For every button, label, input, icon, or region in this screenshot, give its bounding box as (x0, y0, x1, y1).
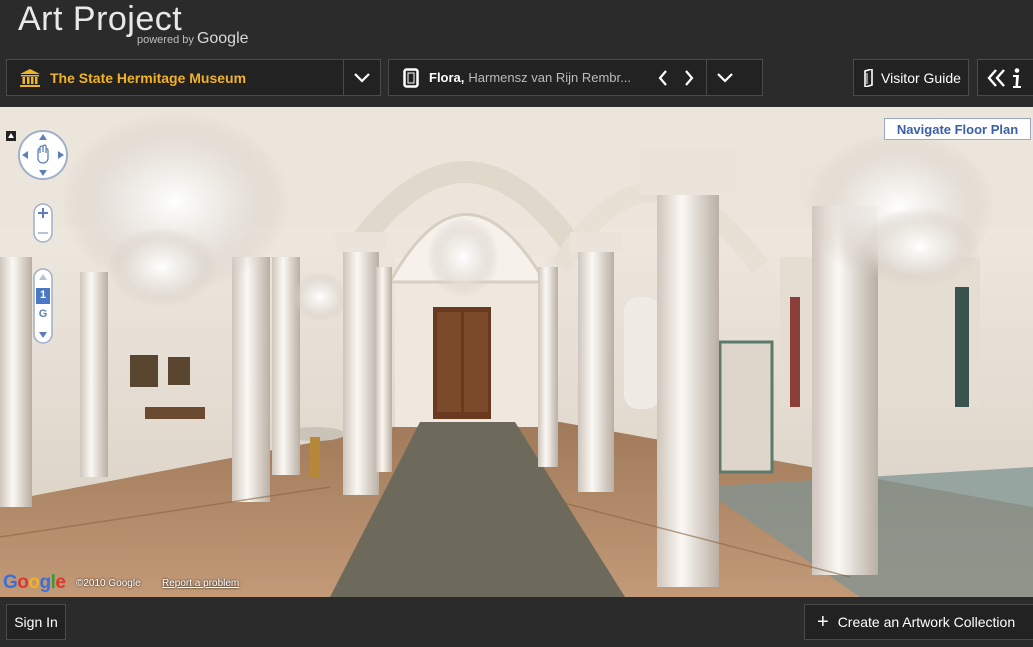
visitor-guide-label: Visitor Guide (881, 69, 961, 86)
zoom-control (33, 203, 53, 243)
chevron-down-icon (717, 72, 734, 83)
street-view-status-icon (6, 131, 16, 141)
app-footer: Sign In + Create an Artwork Collection (0, 597, 1033, 647)
info-icon (986, 67, 1021, 88)
museum-dropdown-button[interactable] (344, 59, 380, 96)
info-panel-toggle[interactable] (977, 59, 1033, 96)
artwork-selector[interactable]: Flora, Harmensz van Rijn Rembr... (388, 59, 763, 96)
app-header: Art Project powered by Google (0, 0, 1033, 58)
previous-artwork-button[interactable] (650, 59, 676, 96)
museum-name: The State Hermitage Museum (50, 69, 247, 86)
hall-panorama-image[interactable] (0, 107, 1033, 597)
chevron-left-icon (658, 69, 668, 86)
artwork-title: Flora, (429, 70, 465, 85)
frame-icon (403, 67, 419, 88)
artwork-artist: Harmensz van Rijn Rembr... (468, 70, 631, 85)
navigate-floor-plan-button[interactable]: Navigate Floor Plan (884, 118, 1031, 140)
toolbar: The State Hermitage Museum Flora, Harmen… (0, 58, 1033, 99)
zoom-out-button[interactable] (38, 232, 48, 234)
floor-level-control: 1 G (33, 268, 53, 344)
museum-icon (20, 68, 40, 87)
chevron-down-icon (354, 72, 370, 83)
plus-icon: + (817, 611, 829, 633)
copyright-text: ©2010 Google (76, 578, 141, 589)
guide-book-icon (864, 68, 873, 87)
create-collection-button[interactable]: + Create an Artwork Collection (804, 604, 1033, 640)
pan-control[interactable] (17, 129, 69, 181)
gallery-panorama-viewer[interactable] (0, 107, 1033, 597)
artwork-dropdown-button[interactable] (707, 59, 743, 96)
level-control-frame (33, 268, 53, 344)
visitor-guide-button[interactable]: Visitor Guide (853, 59, 969, 96)
google-wordmark: Google (196, 30, 249, 47)
powered-by-google: powered by Google (137, 30, 249, 48)
report-problem-link[interactable]: Report a problem (162, 578, 239, 589)
level-g-button[interactable]: G (33, 308, 53, 320)
chevron-right-icon (685, 69, 694, 86)
museum-selector[interactable]: The State Hermitage Museum (6, 59, 381, 96)
next-artwork-button[interactable] (676, 59, 702, 96)
create-collection-label: Create an Artwork Collection (837, 614, 1016, 630)
google-logo[interactable]: Google (3, 572, 66, 594)
powered-by-text: powered by (137, 34, 194, 46)
sign-in-button[interactable]: Sign In (6, 604, 66, 640)
level-1-button[interactable]: 1 (33, 289, 53, 301)
